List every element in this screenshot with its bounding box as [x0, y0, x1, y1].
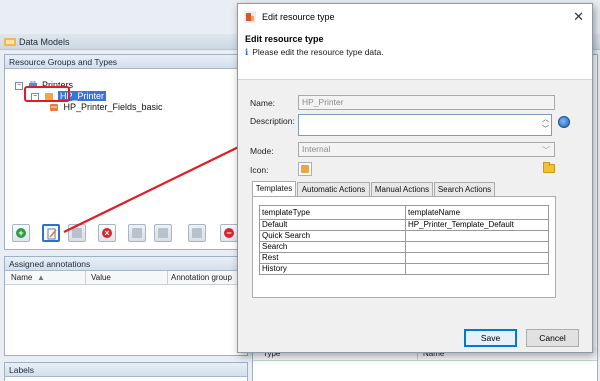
column-template-name[interactable]: templateName — [405, 205, 549, 220]
data-models-icon — [4, 38, 16, 46]
highlight-box — [24, 86, 70, 102]
annotations-panel: Assigned annotations Name ▲ Value Annota… — [4, 256, 248, 356]
table-row[interactable]: Default HP_Printer_Template_Default — [259, 219, 549, 231]
templates-tab-panel: templateType templateName Default HP_Pri… — [252, 196, 556, 298]
column-template-type[interactable]: templateType — [259, 205, 406, 220]
edit-resource-type-dialog: Edit resource type ✕ Edit resource type … — [237, 3, 593, 353]
resource-type-icon — [301, 165, 309, 173]
dialog-banner: Edit resource type i Please edit the reso… — [238, 30, 592, 80]
tab-manual-actions[interactable]: Manual Actions — [371, 182, 433, 197]
description-label: Description: — [250, 116, 295, 126]
properties-button[interactable] — [68, 224, 86, 242]
description-scroll[interactable]: ︿ ﹀ — [540, 115, 551, 135]
dialog-heading: Edit resource type — [245, 34, 324, 44]
templates-table: templateType templateName Default HP_Pri… — [259, 205, 549, 275]
dialog-info-text: Please edit the resource type data. — [252, 47, 384, 57]
arrow-down-icon — [158, 228, 168, 238]
template-type-cell[interactable]: History — [259, 263, 406, 275]
dialog-info: i Please edit the resource type data. — [245, 47, 384, 58]
template-type-cell[interactable]: Quick Search — [259, 230, 406, 242]
table-row[interactable]: History — [259, 263, 549, 275]
tab-automatic-actions[interactable]: Automatic Actions — [297, 182, 370, 197]
template-type-cell[interactable]: Search — [259, 241, 406, 253]
icon-preview-button[interactable] — [298, 162, 312, 176]
annotations-panel-title: Assigned annotations — [5, 257, 247, 271]
description-field[interactable] — [298, 114, 552, 136]
name-field[interactable]: HP_Printer — [298, 95, 555, 110]
name-label: Name: — [250, 98, 276, 108]
arrow-up-icon — [132, 228, 142, 238]
dialog-titlebar: Edit resource type ✕ — [238, 4, 592, 30]
resource-groups-panel-title: Resource Groups and Types — [5, 55, 247, 69]
minus-icon: − — [224, 228, 234, 238]
template-type-cell[interactable]: Rest — [259, 252, 406, 264]
delete-button[interactable]: × — [98, 224, 116, 242]
labels-panel: Labels — [4, 362, 248, 381]
table-row[interactable]: Search — [259, 241, 549, 253]
mode-value: Internal — [302, 144, 331, 154]
info-icon: i — [245, 48, 249, 58]
tree-node-hp-printer-fields[interactable]: HP_Printer_Fields_basic — [47, 101, 163, 113]
validate-button[interactable] — [188, 224, 206, 242]
tab-search-actions[interactable]: Search Actions — [434, 182, 495, 197]
tab-templates[interactable]: Templates — [252, 181, 296, 197]
edit-icon — [47, 228, 57, 240]
main-window-title: Data Models — [19, 37, 70, 47]
template-name-cell[interactable]: HP_Printer_Template_Default — [405, 219, 549, 231]
tree-node-hp-printer-fields-label: HP_Printer_Fields_basic — [63, 102, 163, 112]
edit-button[interactable] — [42, 224, 60, 242]
globe-icon[interactable] — [558, 116, 570, 128]
resource-groups-panel: Resource Groups and Types − Printers − H… — [4, 54, 248, 250]
chevron-down-icon[interactable]: ﹀ — [540, 125, 551, 135]
close-icon[interactable]: ✕ — [573, 9, 584, 25]
collapse-icon[interactable]: − — [15, 81, 23, 90]
chevron-down-icon: ﹀ — [542, 146, 550, 155]
column-name[interactable]: Name — [11, 273, 32, 282]
table-row[interactable]: Rest — [259, 252, 549, 264]
chevron-up-icon[interactable]: ︿ — [540, 115, 551, 125]
template-name-cell[interactable] — [405, 241, 549, 253]
mode-label: Mode: — [250, 146, 274, 156]
icon-label: Icon: — [250, 165, 269, 175]
check-icon — [192, 228, 202, 238]
delete-icon: × — [102, 228, 112, 238]
move-up-button[interactable] — [128, 224, 146, 242]
cancel-button[interactable]: Cancel — [526, 329, 579, 347]
properties-icon — [72, 228, 82, 238]
move-down-button[interactable] — [154, 224, 172, 242]
table-row[interactable]: Quick Search — [259, 230, 549, 242]
annotations-grid-header: Name ▲ Value Annotation group — [5, 271, 247, 285]
fields-icon — [50, 104, 58, 112]
template-name-cell[interactable] — [405, 230, 549, 242]
remove-button[interactable]: − — [220, 224, 238, 242]
save-button[interactable]: Save — [464, 329, 517, 347]
folder-icon[interactable] — [543, 162, 555, 173]
table-header-row: templateType templateName — [259, 205, 549, 220]
template-name-cell[interactable] — [405, 252, 549, 264]
template-type-cell[interactable]: Default — [259, 219, 406, 231]
add-button[interactable]: + — [12, 224, 30, 242]
dialog-app-icon — [244, 11, 256, 23]
labels-panel-title: Labels — [5, 363, 247, 377]
dialog-title: Edit resource type — [262, 12, 335, 22]
plus-icon: + — [16, 228, 26, 238]
template-name-cell[interactable] — [405, 263, 549, 275]
column-annotation-group[interactable]: Annotation group — [171, 273, 232, 282]
mode-select[interactable]: Internal ﹀ — [298, 142, 555, 157]
sort-ascending-icon: ▲ — [37, 273, 45, 282]
column-value[interactable]: Value — [91, 273, 111, 282]
